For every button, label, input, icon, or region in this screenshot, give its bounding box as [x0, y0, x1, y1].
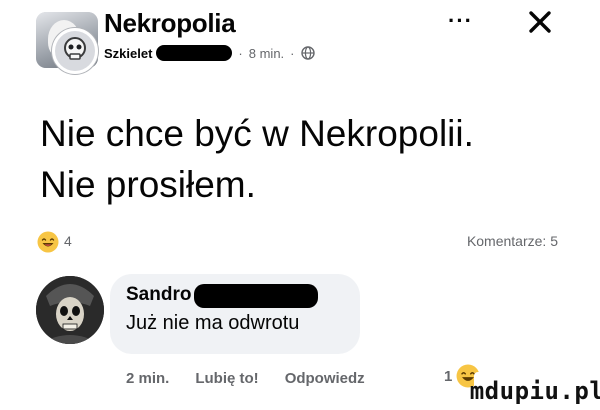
globe-icon [300, 46, 315, 60]
meta-separator: · [290, 45, 295, 61]
post-time[interactable]: 8 min. [249, 46, 284, 61]
watermark: mdupiu.pl [470, 372, 600, 410]
commenter-avatar[interactable] [36, 276, 104, 344]
close-icon[interactable] [520, 2, 560, 42]
reaction-count[interactable]: 4 [64, 233, 72, 249]
more-options-button[interactable]: ··· [448, 8, 473, 34]
comment-count[interactable]: Komentarze: 5 [467, 233, 558, 249]
comment-time[interactable]: 2 min. [126, 370, 169, 387]
redaction-bar [194, 284, 318, 308]
comment-reaction-count[interactable]: 1 [444, 368, 452, 385]
like-button[interactable]: Lubię to! [195, 370, 258, 387]
post-meta: Szkielet · 8 min. · [104, 43, 315, 63]
post-text: Nie chce być w Nekropolii. Nie prosiłem. [40, 113, 474, 205]
group-name[interactable]: Nekropolia [104, 8, 236, 39]
reply-button[interactable]: Odpowiedz [285, 370, 365, 387]
redaction-bar [156, 45, 233, 61]
watermark-text: mdupiu.pl [469, 377, 600, 405]
comment-text: Już nie ma odwrotu [126, 312, 300, 334]
laughing-emoji-icon[interactable] [37, 231, 59, 253]
commenter-name[interactable]: Sandro [126, 284, 191, 306]
comment-actions: 2 min. Lubię to! Odpowiedz [126, 370, 365, 387]
post-author[interactable]: Szkielet [104, 46, 152, 61]
author-avatar[interactable] [52, 28, 98, 74]
meta-separator: · [238, 45, 243, 61]
